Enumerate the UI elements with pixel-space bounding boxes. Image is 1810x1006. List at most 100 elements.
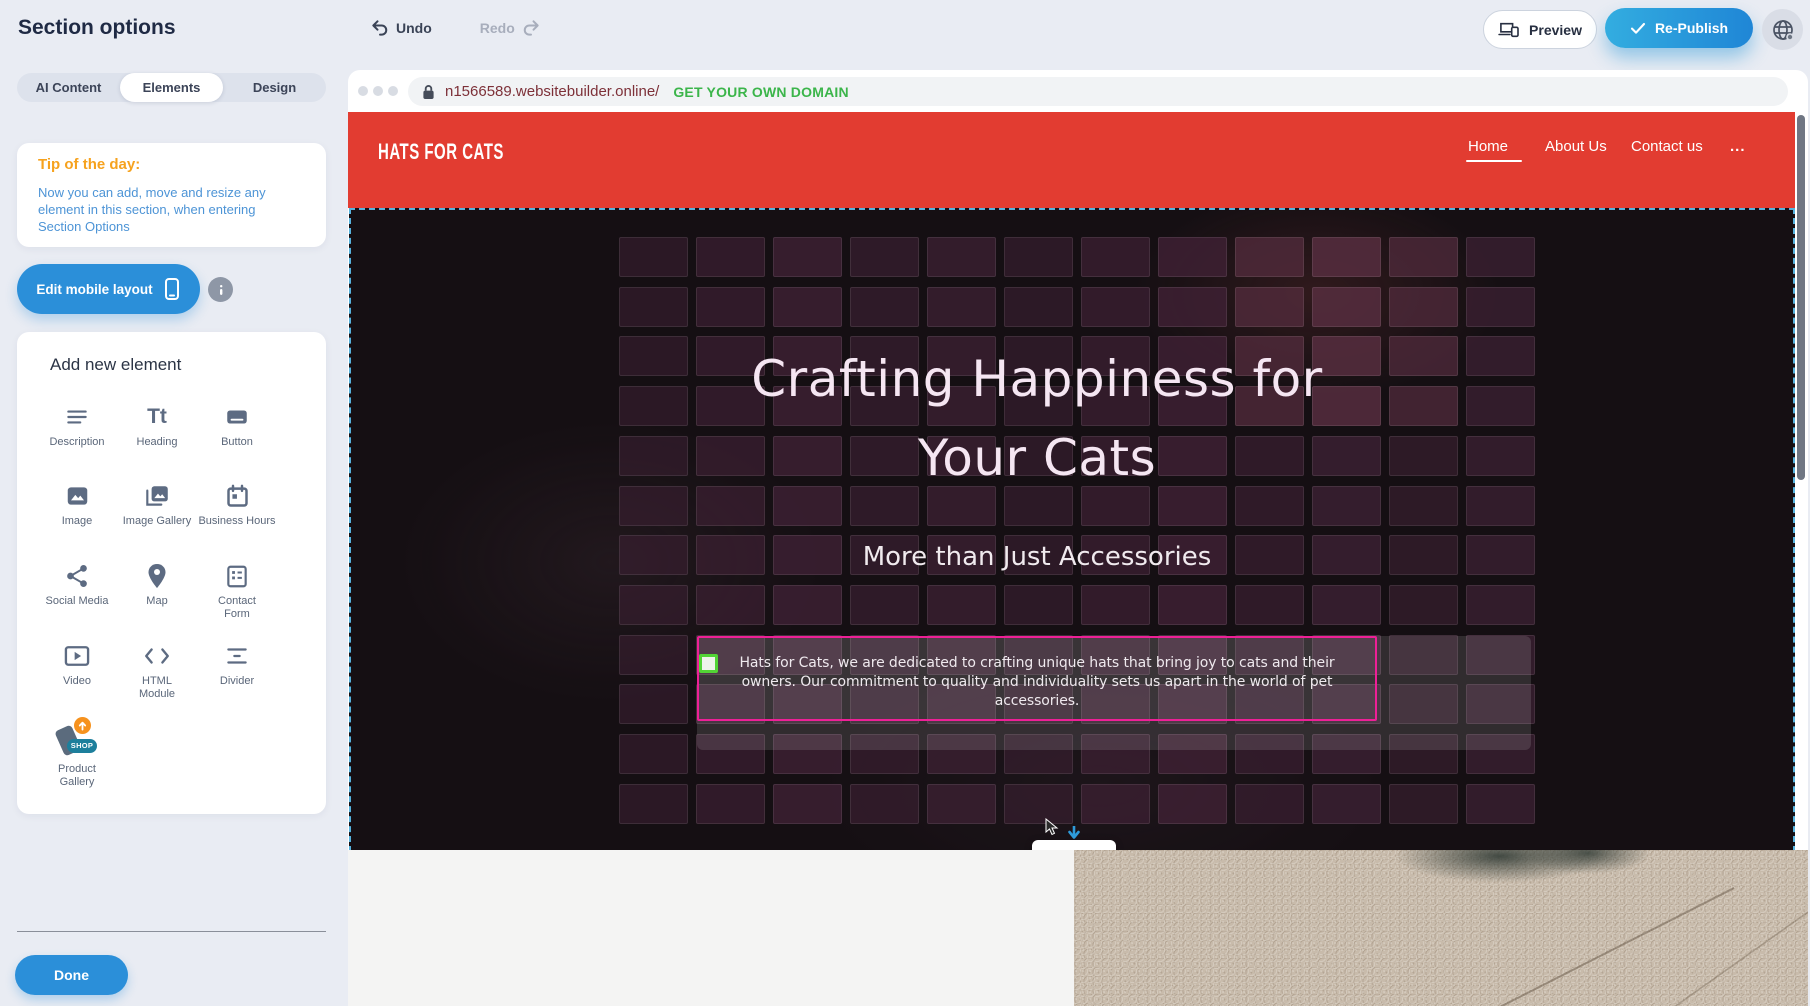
grid-tile — [773, 784, 842, 824]
nav-contact-us[interactable]: Contact us — [1631, 138, 1703, 155]
grid-tile — [1389, 386, 1458, 426]
add-element-product-gallery[interactable]: SHOP Product Gallery — [37, 717, 117, 789]
grid-tile — [1466, 535, 1535, 575]
sidebar-tab-bar: AI Content Elements Design — [17, 73, 326, 102]
nav-about-us[interactable]: About Us — [1545, 138, 1607, 155]
scrollbar-thumb[interactable] — [1797, 115, 1805, 480]
hero-paragraph[interactable]: Hats for Cats, we are dedicated to craft… — [711, 654, 1363, 711]
browser-dot — [358, 86, 368, 96]
add-element-image[interactable]: Image — [37, 479, 117, 528]
grid-tile — [696, 784, 765, 824]
republish-button[interactable]: Re-Publish — [1605, 8, 1753, 48]
video-icon — [37, 639, 117, 673]
grid-tile — [619, 436, 688, 476]
nav-more-button[interactable]: ... — [1730, 138, 1746, 155]
browser-dot — [373, 86, 383, 96]
globe-icon — [1771, 18, 1795, 42]
redo-icon — [521, 18, 541, 38]
nav-home-underline — [1466, 160, 1522, 162]
grid-tile — [1004, 784, 1073, 824]
hero-heading[interactable]: Crafting Happiness for Your Cats — [687, 340, 1387, 498]
grid-tile — [1389, 436, 1458, 476]
hero-subheading[interactable]: More than Just Accessories — [687, 542, 1387, 572]
image-gallery-icon — [117, 479, 197, 513]
grid-tile — [850, 784, 919, 824]
grid-tile — [1235, 287, 1304, 327]
grid-tile — [1389, 336, 1458, 376]
button-icon — [197, 400, 277, 434]
grid-tile — [1389, 535, 1458, 575]
grid-tile — [1235, 784, 1304, 824]
edit-mobile-layout-button[interactable]: Edit mobile layout — [17, 264, 200, 314]
grid-tile — [1312, 287, 1381, 327]
tab-ai-content[interactable]: AI Content — [17, 73, 120, 102]
grid-tile — [773, 287, 842, 327]
redo-button[interactable]: Redo — [480, 18, 541, 38]
add-element-contact-form[interactable]: Contact Form — [197, 559, 277, 621]
add-element-social-media[interactable]: Social Media — [37, 559, 117, 608]
undo-icon — [370, 18, 390, 38]
grid-tile — [1389, 585, 1458, 625]
preview-button[interactable]: Preview — [1483, 10, 1597, 49]
edit-mobile-layout-label: Edit mobile layout — [36, 282, 152, 297]
language-globe-button[interactable] — [1762, 9, 1803, 50]
add-element-button[interactable]: Button — [197, 400, 277, 449]
grid-tile — [1466, 784, 1535, 824]
check-icon — [1630, 21, 1646, 35]
undo-redo-group: Undo Redo — [370, 18, 541, 38]
grid-tile — [1235, 237, 1304, 277]
grid-tile — [619, 585, 688, 625]
grid-tile — [1466, 386, 1535, 426]
site-logo[interactable]: HATS FOR CATS — [378, 140, 504, 165]
browser-dot — [388, 86, 398, 96]
hero-heading-line2: Your Cats — [687, 419, 1387, 498]
add-element-html-module[interactable]: HTML Module — [117, 639, 197, 701]
republish-label: Re-Publish — [1655, 20, 1728, 36]
grid-tile — [850, 237, 919, 277]
upgrade-arrow-badge — [74, 717, 91, 734]
add-element-heading[interactable]: Tt Heading — [117, 400, 197, 449]
nav-home[interactable]: Home — [1468, 138, 1508, 155]
grid-tile — [1312, 237, 1381, 277]
get-your-own-domain-link[interactable]: GET YOUR OWN DOMAIN — [673, 84, 848, 100]
grid-tile — [1081, 585, 1150, 625]
add-element-business-hours[interactable]: Business Hours — [197, 479, 277, 528]
site-header: HATS FOR CATS Home About Us Contact us .… — [348, 112, 1795, 208]
grid-tile — [1081, 287, 1150, 327]
hero-section-selected[interactable]: Crafting Happiness for Your Cats More th… — [349, 208, 1795, 852]
grid-tile — [696, 585, 765, 625]
phone-icon — [163, 277, 181, 301]
html-code-icon — [117, 639, 197, 673]
grid-tile — [1312, 784, 1381, 824]
tab-design[interactable]: Design — [223, 73, 326, 102]
info-button[interactable] — [208, 277, 233, 302]
drag-handle[interactable] — [699, 654, 718, 673]
grid-tile — [1004, 237, 1073, 277]
add-panel-title: Add new element — [50, 355, 181, 375]
grid-tile — [927, 585, 996, 625]
info-icon — [215, 284, 227, 296]
grid-tile — [1466, 486, 1535, 526]
lock-icon — [422, 84, 435, 100]
grid-tile — [619, 734, 688, 774]
grid-tile — [1389, 784, 1458, 824]
add-element-divider[interactable]: Divider — [197, 639, 277, 688]
undo-button[interactable]: Undo — [370, 18, 432, 38]
grid-tile — [1235, 585, 1304, 625]
grid-tile — [619, 784, 688, 824]
grid-tile — [619, 287, 688, 327]
grid-tile — [1466, 585, 1535, 625]
grid-tile — [1389, 486, 1458, 526]
tab-elements[interactable]: Elements — [120, 73, 223, 102]
add-element-description[interactable]: Description — [37, 400, 117, 449]
site-preview-window: n1566589.websitebuilder.online/ GET YOUR… — [348, 70, 1808, 1006]
add-element-video[interactable]: Video — [37, 639, 117, 688]
address-bar[interactable]: n1566589.websitebuilder.online/ GET YOUR… — [408, 77, 1788, 106]
add-element-map[interactable]: Map — [117, 559, 197, 608]
next-section-empty[interactable] — [348, 850, 1074, 1006]
next-section-floor-image[interactable] — [1074, 850, 1808, 1006]
mouse-cursor — [1045, 818, 1059, 836]
done-button[interactable]: Done — [15, 955, 128, 995]
grid-tile — [696, 237, 765, 277]
add-element-image-gallery[interactable]: Image Gallery — [117, 479, 197, 528]
